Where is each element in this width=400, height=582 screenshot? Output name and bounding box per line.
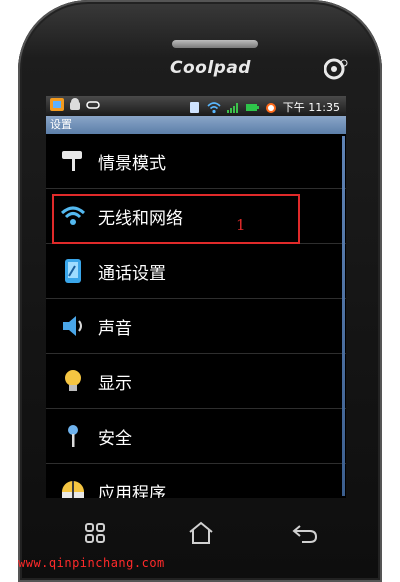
settings-list: 情景模式 无线和网络 通话设置 声音 显示 安全 应用程序: [46, 134, 346, 498]
app-icon[interactable]: [50, 98, 64, 111]
earpiece-speaker: [172, 40, 258, 48]
watermark: www.qinpinchang.com: [18, 556, 165, 570]
home-icon[interactable]: [186, 518, 216, 548]
voicemail-icon[interactable]: [86, 98, 100, 111]
menu-item-label: 通话设置: [98, 263, 166, 284]
menu-item-label: 显示: [98, 373, 132, 394]
list-item[interactable]: 显示: [46, 354, 346, 409]
menu-item-label: 声音: [98, 318, 132, 339]
pin-icon: [60, 423, 86, 449]
operator-logo-icon: [324, 58, 348, 80]
menu-item-label: 应用程序: [98, 483, 166, 499]
alarm-icon: [265, 102, 276, 113]
signal-icon: [226, 102, 238, 113]
phone-screen: 下午 11:35 设置 情景模式 无线和网络 通话设置 声音 显示 安全 应用程…: [46, 96, 346, 498]
speaker-icon: [60, 313, 86, 339]
screen-title: 设置: [46, 116, 346, 134]
list-item[interactable]: 应用程序: [46, 464, 346, 498]
wifi-icon: [207, 101, 221, 113]
menu-item-label: 安全: [98, 428, 132, 449]
phone-settings-icon: [60, 258, 86, 284]
android-icon[interactable]: [68, 98, 82, 111]
list-item[interactable]: 情景模式: [46, 134, 346, 189]
apps-icon: [60, 478, 86, 498]
roller-icon: [60, 148, 86, 174]
annotation-number: 1: [236, 216, 246, 234]
bulb-icon: [60, 368, 86, 394]
list-item[interactable]: 声音: [46, 299, 346, 354]
scrollbar[interactable]: [342, 136, 345, 496]
hardware-keys: [0, 518, 400, 558]
sim-icon: [189, 101, 199, 113]
brand-logo: Coolpad: [170, 58, 251, 78]
menu-item-label: 情景模式: [98, 153, 166, 174]
annotation-highlight-box: [52, 194, 300, 244]
list-item[interactable]: 通话设置: [46, 244, 346, 299]
list-item[interactable]: 安全: [46, 409, 346, 464]
menu-icon[interactable]: [80, 518, 110, 548]
status-time: 下午 11:35: [282, 101, 340, 114]
battery-icon: [245, 103, 259, 111]
back-icon[interactable]: [290, 518, 320, 548]
status-bar: 下午 11:35: [46, 96, 346, 116]
